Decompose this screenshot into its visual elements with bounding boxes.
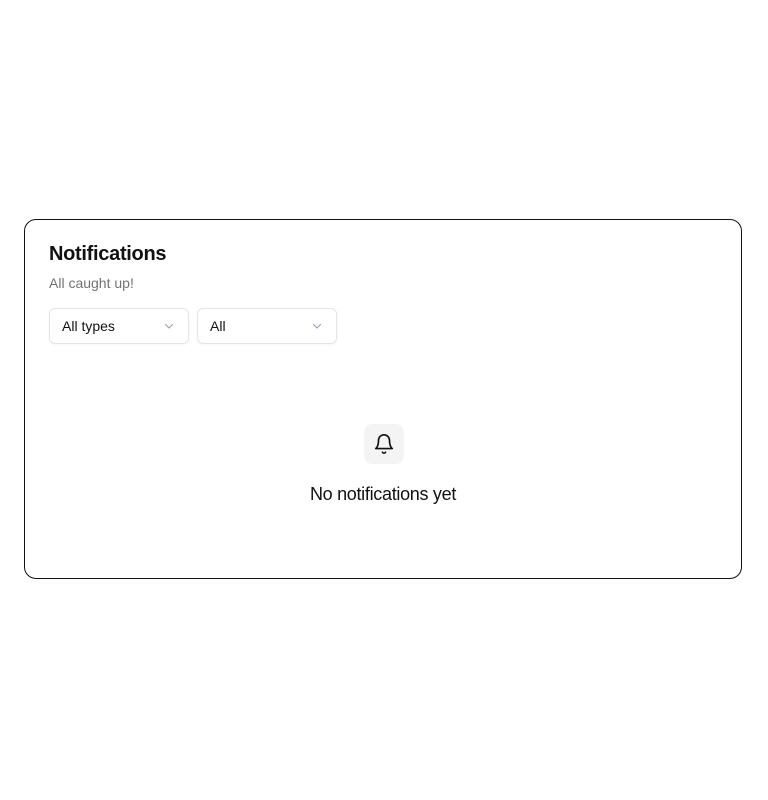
type-filter-value: All types [62,318,115,334]
type-filter-select[interactable]: All types [49,308,189,344]
notifications-card: Notifications All caught up! All types A… [24,219,742,579]
empty-state-message: No notifications yet [309,484,457,504]
filter-bar: All types All [49,308,337,344]
status-subtitle: All caught up! [49,275,134,291]
bell-icon [374,434,394,454]
status-filter-value: All [210,318,226,334]
empty-state-icon-container [364,424,404,464]
status-filter-select[interactable]: All [197,308,337,344]
card-header: Notifications All caught up! [49,242,167,292]
chevron-down-icon [164,323,174,329]
page-title: Notifications [49,243,167,265]
page: Notifications All caught up! All types A… [0,0,768,800]
chevron-down-icon [312,323,322,329]
